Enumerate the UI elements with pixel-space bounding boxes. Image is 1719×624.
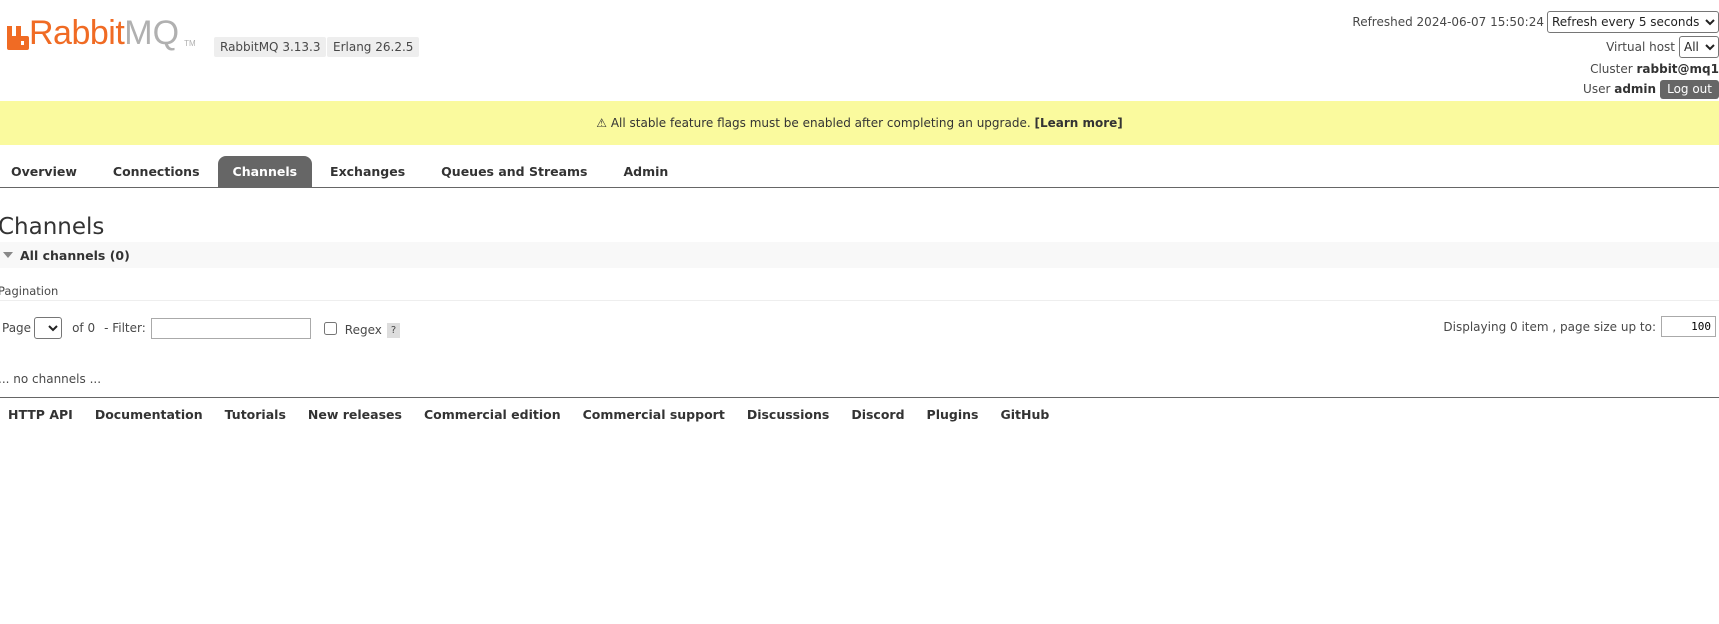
- pagination-divider: [0, 300, 1719, 301]
- tab-queues-and-streams[interactable]: Queues and Streams: [423, 156, 605, 187]
- rabbitmq-logo[interactable]: Rabbit MQ TM: [7, 16, 196, 50]
- all-channels-section-toggle[interactable]: All channels (0): [0, 242, 1719, 268]
- tab-channels[interactable]: Channels: [217, 156, 313, 187]
- warning-icon: ⚠: [596, 116, 607, 130]
- logo-trademark: TM: [184, 39, 196, 48]
- collapse-triangle-icon: [3, 252, 13, 258]
- refresh-row: Refreshed 2024-06-07 15:50:24 Refresh ev…: [1352, 10, 1719, 34]
- footer-link-plugins[interactable]: Plugins: [927, 407, 979, 422]
- main-navigation: Overview Connections Channels Exchanges …: [0, 156, 1719, 188]
- refresh-interval-select[interactable]: Refresh every 5 seconds: [1547, 11, 1719, 33]
- header: Rabbit MQ TM RabbitMQ 3.13.3 Erlang 26.2…: [0, 0, 1719, 101]
- user-name: admin: [1614, 82, 1657, 96]
- tab-overview[interactable]: Overview: [0, 156, 95, 187]
- filter-input[interactable]: [150, 317, 311, 339]
- feature-flags-banner: ⚠ All stable feature flags must be enabl…: [0, 101, 1719, 145]
- tab-admin[interactable]: Admin: [606, 156, 687, 187]
- learn-more-link[interactable]: [Learn more]: [1034, 116, 1122, 130]
- page-title: Channels: [0, 214, 105, 240]
- empty-state-text: ... no channels ...: [0, 372, 102, 386]
- tab-connections[interactable]: Connections: [95, 156, 218, 187]
- footer-link-tutorials[interactable]: Tutorials: [225, 407, 286, 422]
- footer-link-documentation[interactable]: Documentation: [95, 407, 203, 422]
- user-row: User admin Log out: [1352, 79, 1719, 99]
- cluster-name: rabbit@mq1: [1636, 62, 1719, 76]
- banner-message: All stable feature flags must be enabled…: [610, 116, 1031, 130]
- user-label: User: [1583, 82, 1611, 96]
- erlang-version-badge: Erlang 26.2.5: [327, 37, 420, 57]
- logo-text-rabbit: Rabbit: [29, 14, 125, 52]
- cluster-row: Cluster rabbit@mq1: [1352, 59, 1719, 79]
- footer-link-http-api[interactable]: HTTP API: [8, 407, 73, 422]
- pagination-controls: Page of 0 - Filter: Regex ?: [2, 317, 401, 339]
- logout-button[interactable]: Log out: [1660, 79, 1719, 99]
- page-label: Page: [2, 321, 32, 335]
- regex-label: Regex: [344, 323, 382, 337]
- tab-exchanges[interactable]: Exchanges: [312, 156, 423, 187]
- logo-text-mq: MQ: [124, 14, 180, 52]
- footer-links: HTTP API Documentation Tutorials New rel…: [0, 397, 1719, 422]
- cluster-label: Cluster: [1590, 62, 1633, 76]
- refreshed-time: 2024-06-07 15:50:24: [1416, 15, 1544, 29]
- footer-link-new-releases[interactable]: New releases: [308, 407, 402, 422]
- footer-link-discussions[interactable]: Discussions: [747, 407, 830, 422]
- virtual-host-row: Virtual host All: [1352, 35, 1719, 59]
- footer-link-discord[interactable]: Discord: [851, 407, 904, 422]
- regex-help-button[interactable]: ?: [386, 322, 401, 338]
- rabbit-logo-icon: [7, 26, 29, 50]
- section-title: All channels (0): [20, 247, 130, 263]
- footer-link-commercial-edition[interactable]: Commercial edition: [424, 407, 561, 422]
- header-status-panel: Refreshed 2024-06-07 15:50:24 Refresh ev…: [1352, 10, 1719, 99]
- display-count-text: Displaying 0 item , page size up to:: [1443, 319, 1656, 334]
- virtual-host-select[interactable]: All: [1679, 36, 1719, 58]
- refreshed-label: Refreshed: [1352, 15, 1413, 29]
- footer-link-github[interactable]: GitHub: [1000, 407, 1049, 422]
- pagination-heading: Pagination: [0, 284, 59, 298]
- footer-link-commercial-support[interactable]: Commercial support: [583, 407, 725, 422]
- filter-label: - Filter:: [104, 321, 146, 335]
- display-info: Displaying 0 item , page size up to:: [1443, 316, 1716, 337]
- page-count-text: of 0: [72, 321, 96, 335]
- rabbitmq-version-badge: RabbitMQ 3.13.3: [214, 37, 327, 57]
- page-size-input[interactable]: [1661, 316, 1716, 337]
- virtual-host-label: Virtual host: [1606, 40, 1675, 54]
- page-select[interactable]: [34, 317, 63, 339]
- regex-checkbox[interactable]: [323, 321, 337, 335]
